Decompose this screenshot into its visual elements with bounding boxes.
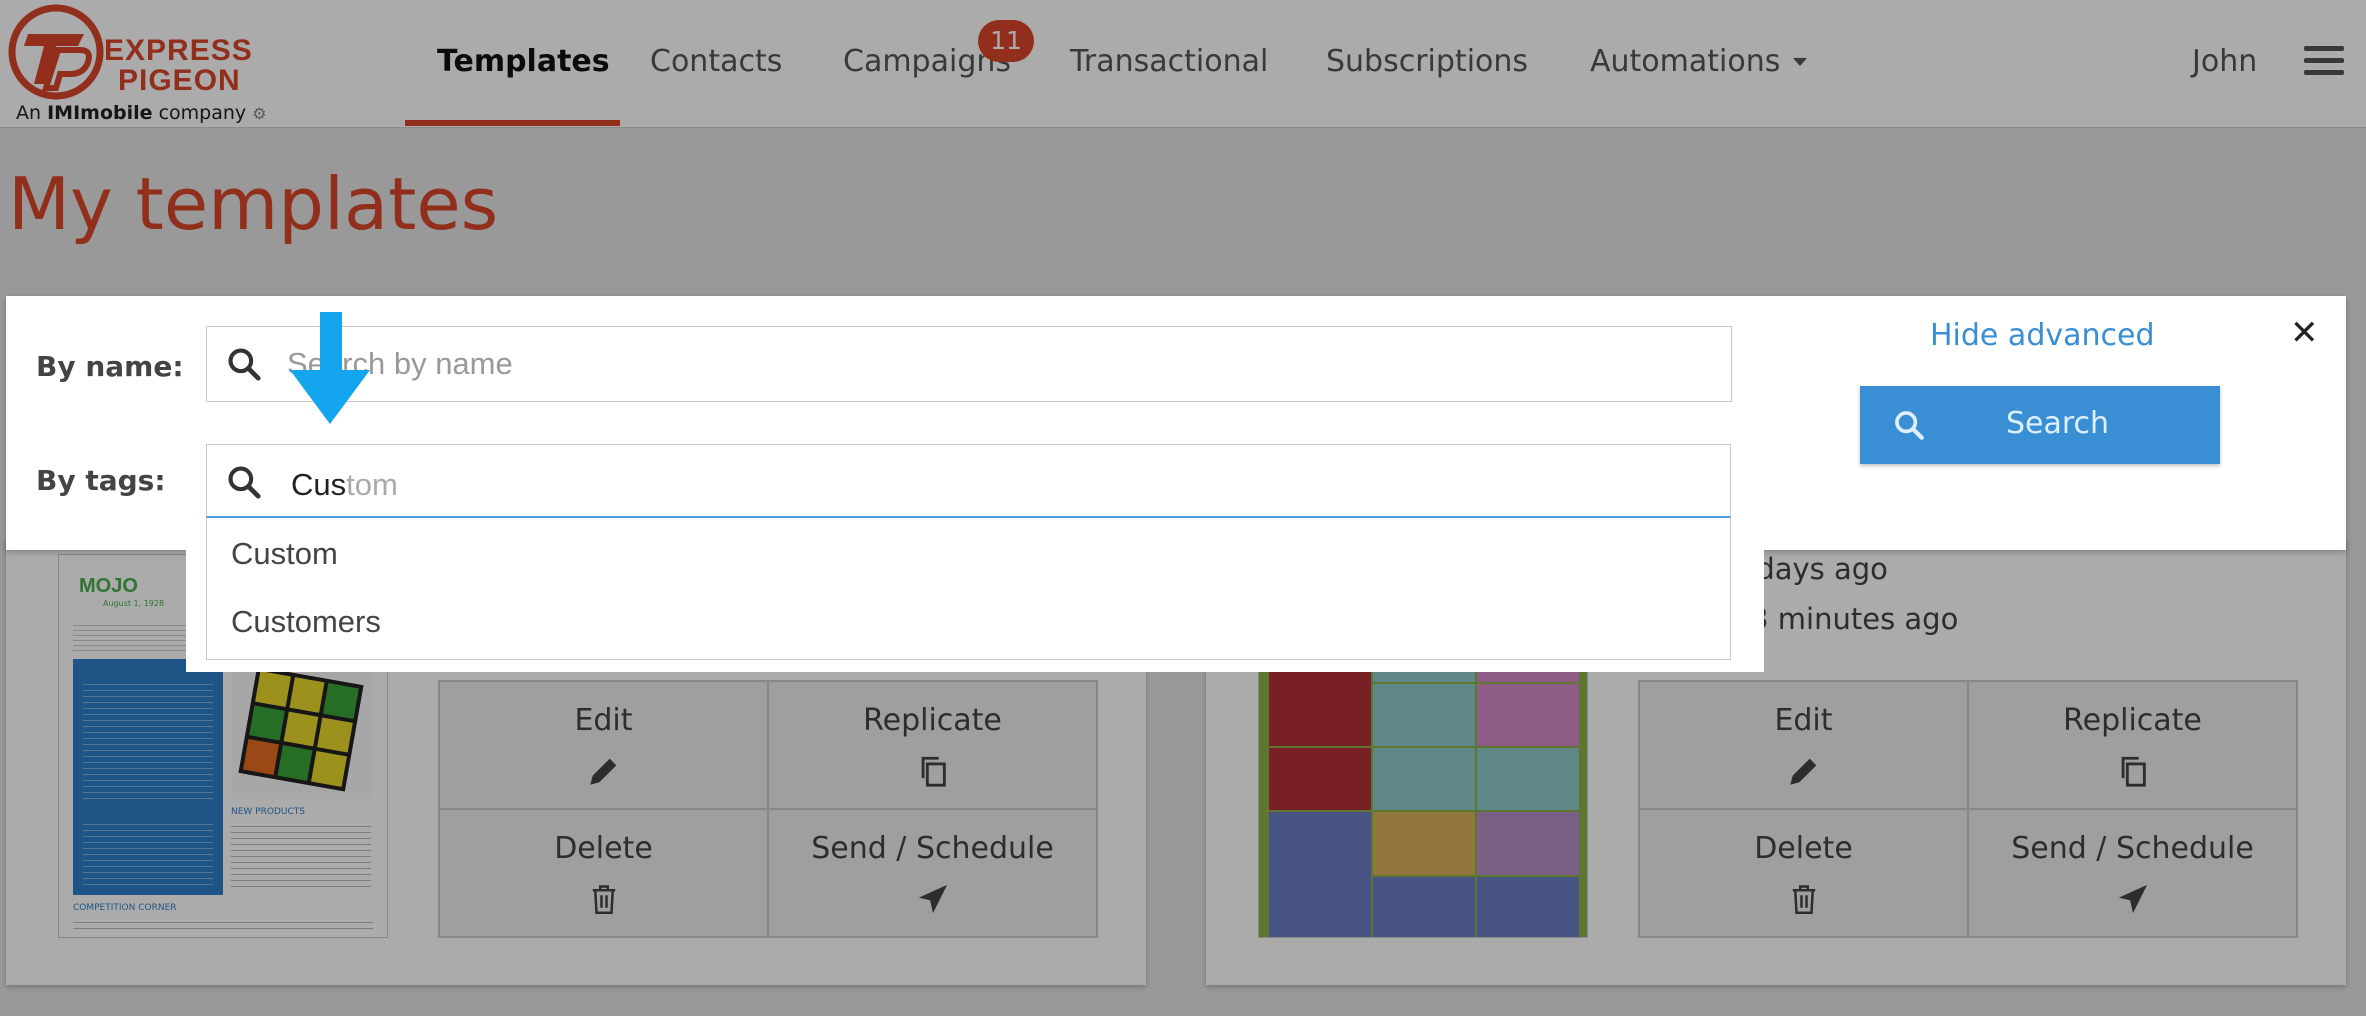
tags-autocomplete-hint: tom <box>346 467 398 502</box>
search-button[interactable]: Search <box>1860 386 2220 464</box>
tags-search-field[interactable]: Custom <box>206 444 1731 518</box>
close-icon[interactable]: ✕ <box>2290 316 2319 350</box>
tags-typed-text: Cus <box>291 467 347 502</box>
name-search-input[interactable] <box>287 327 1711 401</box>
search-icon <box>228 348 261 381</box>
by-tags-label: By tags: <box>36 464 166 497</box>
tags-input-value[interactable]: Custom <box>291 467 398 503</box>
hide-advanced-link[interactable]: Hide advanced <box>1930 318 2155 353</box>
suggestion-item[interactable]: Customers <box>231 604 381 640</box>
name-search-field[interactable] <box>206 326 1732 402</box>
by-name-label: By name: <box>36 350 184 383</box>
tags-suggestion-list: Custom Customers <box>206 518 1731 660</box>
search-icon <box>1895 411 1924 440</box>
suggestion-item[interactable]: Custom <box>231 536 338 572</box>
search-button-label: Search <box>2006 406 2110 441</box>
search-icon <box>228 466 261 499</box>
arrow-down-icon <box>290 312 370 424</box>
